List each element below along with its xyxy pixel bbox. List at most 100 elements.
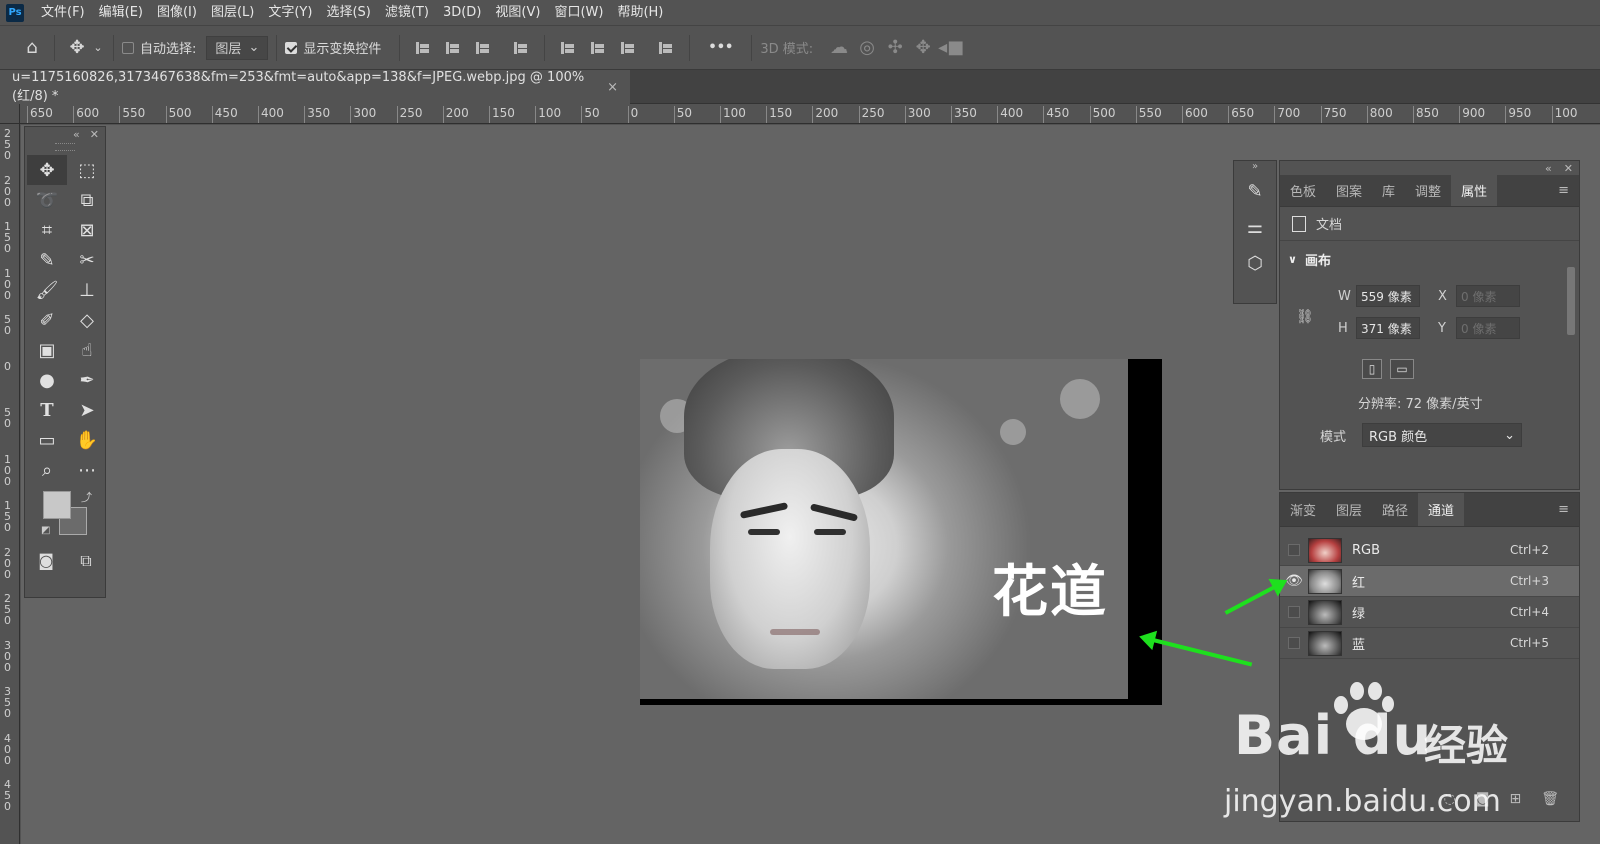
stamp-tool-icon[interactable]: ⊥	[67, 275, 107, 305]
width-input[interactable]: 559 像素	[1356, 285, 1420, 307]
align-middle-v-icon[interactable]	[589, 40, 607, 56]
align-center-h-icon[interactable]	[444, 40, 462, 56]
menu-layer[interactable]: 图层(L)	[204, 0, 261, 26]
align-right-icon[interactable]	[474, 40, 492, 56]
home-icon[interactable]: ⌂	[18, 37, 46, 58]
pen-tool-icon[interactable]: ✒	[67, 365, 107, 395]
ruler-tick-vertical: 200	[4, 173, 11, 209]
close-icon[interactable]: ×	[607, 80, 618, 95]
visibility-toggle[interactable]	[1280, 544, 1308, 556]
menu-3d[interactable]: 3D(D)	[436, 0, 488, 26]
mode-dropdown[interactable]: RGB 颜色 ⌄	[1362, 423, 1523, 447]
tab-libraries[interactable]: 库	[1372, 175, 1405, 206]
content-aware-move-icon[interactable]: ✂	[67, 245, 107, 275]
properties-scrollbar[interactable]	[1567, 255, 1575, 455]
show-transform-checkbox[interactable]	[285, 41, 298, 54]
expand-icon[interactable]: »	[1234, 161, 1276, 173]
auto-select-checkbox[interactable]	[122, 41, 134, 54]
distribute-v-icon[interactable]	[657, 40, 675, 56]
menu-type[interactable]: 文字(Y)	[261, 0, 319, 26]
tab-swatches[interactable]: 色板	[1280, 175, 1326, 206]
auto-select-value: 图层	[215, 42, 242, 57]
lasso-tool-icon[interactable]: ➰	[27, 185, 67, 215]
frame-tool-icon[interactable]: ⊠	[67, 215, 107, 245]
channel-shortcut: Ctrl+2	[1509, 543, 1549, 557]
panel-grip[interactable]	[55, 143, 75, 151]
auto-select-dropdown[interactable]: 图层 ⌄	[206, 35, 269, 60]
menu-view[interactable]: 视图(V)	[488, 0, 547, 26]
eyedropper-tool-icon[interactable]: ✎	[27, 245, 67, 275]
height-input[interactable]: 371 像素	[1356, 317, 1420, 339]
y-input[interactable]: 0 像素	[1456, 317, 1520, 339]
divider	[544, 34, 546, 61]
channel-row-red[interactable]: 👁 红 Ctrl+3	[1280, 566, 1579, 597]
object-select-tool-icon[interactable]: ⧉	[67, 185, 107, 215]
channel-row-rgb[interactable]: RGB Ctrl+2	[1280, 535, 1579, 566]
distribute-h-icon[interactable]	[512, 40, 530, 56]
eraser-tool-icon[interactable]: ◇	[67, 305, 107, 335]
rectangle-tool-icon[interactable]: ▭	[27, 425, 67, 455]
path-select-icon[interactable]: ➤	[67, 395, 107, 425]
x-input[interactable]: 0 像素	[1456, 285, 1520, 307]
tab-channels[interactable]: 通道	[1418, 493, 1465, 526]
screen-mode-icon[interactable]: ⧉	[80, 551, 91, 571]
document-canvas[interactable]: 花道	[640, 359, 1162, 705]
3d-cube-icon[interactable]: ⬡	[1234, 245, 1276, 281]
panel-menu-icon[interactable]: ≡	[1558, 493, 1579, 526]
align-bottom-icon[interactable]	[619, 40, 637, 56]
type-tool-icon[interactable]: T	[27, 395, 67, 425]
panel-menu-icon[interactable]: ≡	[1558, 175, 1579, 206]
menu-help[interactable]: 帮助(H)	[610, 0, 670, 26]
menu-window[interactable]: 窗口(W)	[547, 0, 610, 26]
swap-colors-icon[interactable]: ⤴	[81, 489, 92, 505]
quick-mask-icon[interactable]: ◙	[38, 551, 54, 571]
smudge-tool-icon[interactable]: ☝	[67, 335, 107, 365]
gradient-tool-icon[interactable]: ▣	[27, 335, 67, 365]
menu-edit[interactable]: 编辑(E)	[92, 0, 150, 26]
hand-tool-icon[interactable]: ✋	[67, 425, 107, 455]
channel-name: RGB	[1352, 542, 1381, 558]
landscape-orientation-icon[interactable]: ▭	[1390, 359, 1414, 379]
scrollbar-thumb[interactable]	[1567, 267, 1575, 335]
brush-tool-icon[interactable]: 🖌	[27, 275, 67, 305]
menu-file[interactable]: 文件(F)	[34, 0, 92, 26]
adjustments-icon[interactable]: ⚌	[1234, 209, 1276, 245]
tab-layers[interactable]: 图层	[1326, 493, 1372, 526]
close-icon[interactable]: ✕	[90, 128, 99, 141]
document-tab[interactable]: u=1175160826,3173467638&fm=253&fmt=auto&…	[0, 70, 630, 104]
more-options-button[interactable]: •••	[708, 40, 733, 55]
dodge-tool-icon[interactable]: ●	[27, 365, 67, 395]
chevron-down-icon[interactable]: ⌄	[91, 41, 105, 54]
visibility-toggle[interactable]	[1280, 637, 1308, 649]
tab-patterns[interactable]: 图案	[1326, 175, 1372, 206]
foreground-color[interactable]	[43, 491, 71, 519]
menu-image[interactable]: 图像(I)	[150, 0, 204, 26]
crop-tool-icon[interactable]: ⌗	[27, 215, 67, 245]
marquee-tool-icon[interactable]: ⬚	[67, 155, 107, 185]
brush-settings-icon[interactable]: ✎	[1234, 173, 1276, 209]
tab-properties[interactable]: 属性	[1451, 175, 1498, 206]
close-icon[interactable]: ✕	[1564, 162, 1573, 175]
default-colors-icon[interactable]: ◩	[41, 525, 50, 536]
visibility-toggle[interactable]	[1280, 606, 1308, 618]
tab-gradients[interactable]: 渐变	[1280, 493, 1326, 526]
document-icon	[1292, 215, 1306, 232]
collapse-icon[interactable]: «	[73, 128, 80, 141]
align-top-icon[interactable]	[559, 40, 577, 56]
move-tool-icon[interactable]: ✥	[27, 155, 67, 185]
collapse-icon[interactable]: «	[1545, 162, 1552, 175]
menu-select[interactable]: 选择(S)	[319, 0, 377, 26]
tab-paths[interactable]: 路径	[1372, 493, 1418, 526]
menu-filter[interactable]: 滤镜(T)	[378, 0, 436, 26]
canvas-section-header[interactable]: ∨ 画布	[1280, 249, 1579, 269]
more-tools-icon[interactable]: ⋯	[67, 455, 107, 485]
zoom-tool-icon[interactable]: ⌕	[27, 455, 67, 485]
history-brush-icon[interactable]: ✐	[27, 305, 67, 335]
align-left-icon[interactable]	[414, 40, 432, 56]
link-icon[interactable]: ⛓	[1296, 309, 1314, 325]
tab-adjustments[interactable]: 调整	[1405, 175, 1451, 206]
channel-row-green[interactable]: 绿 Ctrl+4	[1280, 597, 1579, 628]
portrait-orientation-icon[interactable]: ▯	[1362, 359, 1382, 379]
channel-row-blue[interactable]: 蓝 Ctrl+5	[1280, 628, 1579, 659]
move-tool-icon[interactable]: ✥	[63, 37, 91, 58]
